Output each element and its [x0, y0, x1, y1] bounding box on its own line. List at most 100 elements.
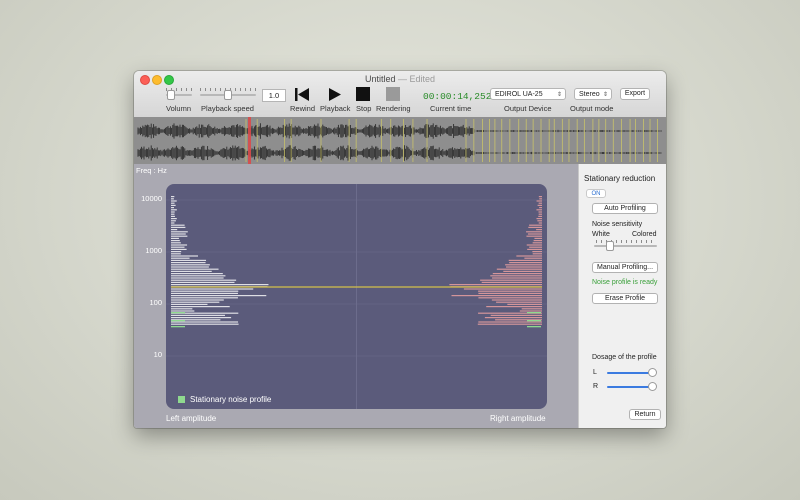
playback-label: Playback [320, 104, 351, 113]
left-spectrum-bar [171, 297, 238, 299]
noise-sensitivity-slider[interactable] [594, 245, 657, 247]
right-spectrum-bar [478, 290, 542, 292]
right-noise-bar [527, 326, 541, 328]
rendering-button[interactable] [386, 87, 400, 101]
auto-profiling-button[interactable]: Auto Profiling [592, 203, 658, 214]
left-spectrum-bar [171, 310, 195, 312]
rewind-icon [295, 88, 309, 101]
dosage-l-label: L [593, 369, 597, 376]
right-spectrum-bar [532, 251, 542, 253]
playback-speed-field[interactable]: 1.0 [262, 89, 286, 102]
left-spectrum-bar [171, 268, 219, 270]
left-spectrum-bar [171, 213, 175, 215]
left-spectrum-bar [171, 222, 175, 224]
app-window: Untitled — Edited Volumn Playback speed … [134, 71, 666, 428]
left-spectrum-bar [171, 257, 190, 259]
left-spectrum-bar [171, 292, 238, 294]
manual-profiling-button[interactable]: Manual Profiling... [592, 262, 658, 273]
dosage-l-knob[interactable] [648, 368, 657, 377]
left-spectrum-bar [171, 277, 224, 279]
left-spectrum-bar [171, 229, 178, 231]
dosage-label: Dosage of the profile [592, 354, 657, 361]
playback-button[interactable] [328, 87, 342, 102]
left-spectrum-bar [171, 246, 185, 248]
left-spectrum-bar [171, 264, 210, 266]
right-spectrum-bar [449, 284, 542, 286]
right-spectrum-bar [481, 281, 542, 283]
left-spectrum-bar [171, 235, 188, 237]
output-mode-select[interactable]: Stereo ⇕ [574, 88, 612, 100]
right-spectrum-bar [526, 231, 542, 233]
export-button[interactable]: Export [620, 88, 650, 100]
profile-status: Noise profile is ready [592, 279, 658, 286]
right-spectrum-bar [537, 220, 542, 222]
left-spectrum-bar [171, 220, 176, 222]
stop-label: Stop [356, 104, 372, 113]
right-spectrum-bar [536, 218, 542, 220]
waveform-overview[interactable] [134, 117, 666, 165]
erase-profile-button[interactable]: Erase Profile [592, 293, 658, 304]
left-spectrum-bar [171, 224, 185, 226]
left-noise-bar [171, 312, 185, 314]
right-spectrum-bar [491, 299, 542, 301]
right-spectrum-bar [528, 226, 542, 228]
left-spectrum-bar [171, 288, 254, 290]
left-spectrum-bar [171, 211, 175, 213]
window-title-text: Untitled [364, 74, 396, 84]
left-spectrum-bar [171, 290, 239, 292]
output-mode-label: Output mode [570, 104, 614, 113]
left-spectrum-bar [171, 317, 232, 319]
right-spectrum-bar [490, 314, 542, 316]
right-spectrum-bar [490, 275, 542, 277]
dosage-l-slider[interactable] [607, 372, 652, 374]
colored-label: Colored [632, 231, 657, 238]
left-spectrum-bar [171, 202, 175, 204]
stop-button[interactable] [356, 87, 370, 101]
left-spectrum-bar [171, 259, 207, 261]
return-button[interactable]: Return [629, 409, 661, 420]
left-spectrum-bar [171, 226, 186, 228]
right-spectrum-bar [509, 262, 542, 264]
dosage-r-knob[interactable] [648, 382, 657, 391]
on-toggle[interactable]: ON [586, 189, 606, 198]
right-spectrum-bar [463, 288, 542, 290]
right-spectrum-bar [539, 207, 542, 209]
output-device-select[interactable]: EDIROL UA-25 ⇕ [490, 88, 566, 100]
rewind-button[interactable] [294, 87, 310, 102]
dosage-r-slider[interactable] [607, 386, 652, 388]
tick-10: 10 [153, 350, 162, 359]
left-spectrum-bar [171, 279, 237, 281]
legend-label: Stationary noise profile [190, 395, 272, 404]
left-spectrum-bar [171, 244, 188, 246]
left-spectrum-bar [171, 198, 174, 200]
noise-sensitivity-knob[interactable] [605, 241, 614, 251]
left-spectrum-bar [171, 200, 177, 202]
panel-title: Stationary reduction [584, 174, 656, 183]
noise-profile-plot[interactable]: Stationary noise profile [166, 184, 547, 409]
rendering-label: Rendering [376, 104, 411, 113]
left-spectrum-bar [171, 273, 223, 275]
right-noise-bar [527, 312, 541, 314]
spectrum-area: Freq : Hz 10000 1000 100 10 Stationary n… [134, 164, 578, 428]
rewind-label: Rewind [290, 104, 316, 113]
left-spectrum-bar [171, 295, 267, 297]
right-spectrum-bar [496, 268, 542, 270]
right-spectrum-bar [508, 259, 542, 261]
playback-speed-knob[interactable] [224, 90, 232, 100]
volume-slider-knob[interactable] [167, 90, 176, 100]
dosage-r-label: R [593, 383, 599, 390]
right-spectrum-bar [537, 204, 542, 206]
left-spectrum-bar [171, 242, 181, 244]
right-spectrum-bar [538, 215, 542, 217]
right-spectrum-bar [538, 222, 542, 224]
left-noise-bar [171, 320, 185, 322]
right-spectrum-bar [516, 255, 542, 257]
left-spectrum-bar [171, 204, 176, 206]
right-spectrum-bar [526, 244, 542, 246]
left-spectrum-bar [171, 281, 235, 283]
left-spectrum-bar [171, 248, 187, 250]
right-spectrum-bar [492, 277, 542, 279]
right-spectrum-bar [451, 295, 542, 297]
right-spectrum-bar [524, 257, 542, 259]
right-spectrum-bar [538, 196, 542, 198]
